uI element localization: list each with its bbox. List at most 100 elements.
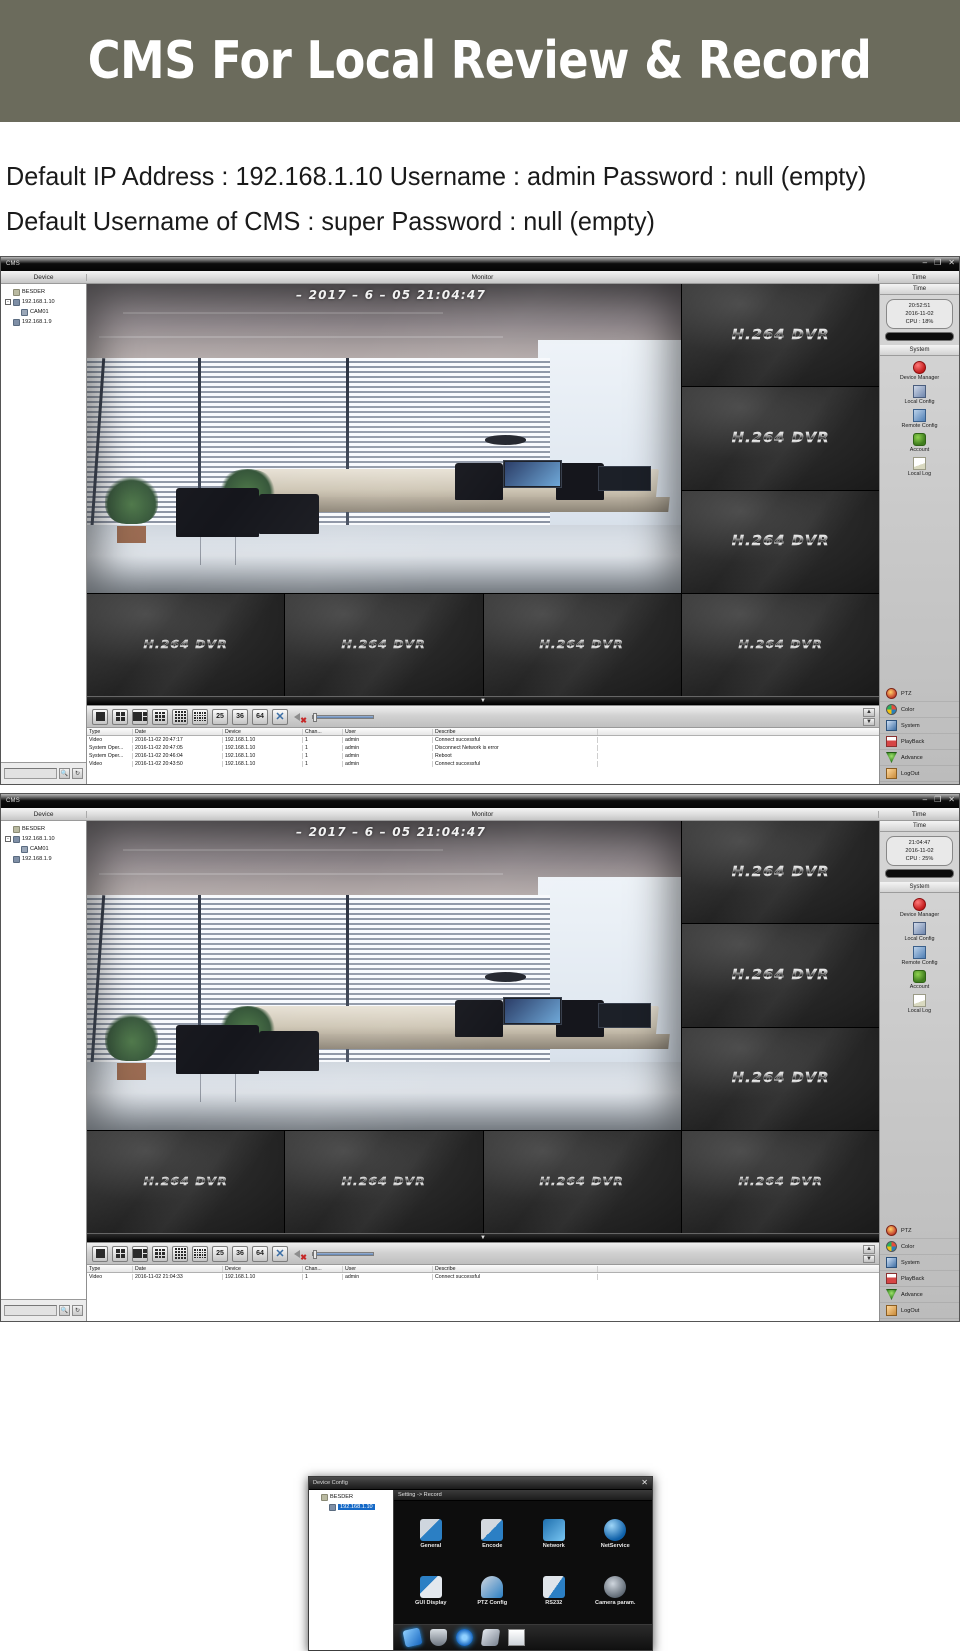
scroll-up-button[interactable]: ▲ [863,1245,875,1254]
sidebar-item-ptz[interactable]: PTZ [880,686,959,702]
sidebar-item-remote-config[interactable]: Remote Config [880,407,959,431]
refresh-icon[interactable]: ↻ [72,768,83,779]
split-16-button[interactable] [172,708,188,725]
fullscreen-button[interactable]: ✕ [272,708,288,725]
toolbar-scroll[interactable]: ▲ ▼ [863,708,875,726]
sidebar-item-logout[interactable]: LogOut [880,766,959,782]
sidebar-item-local-config[interactable]: Local Config [880,920,959,944]
tree-item-192-168-1-9[interactable]: 192.168.1.9 [3,317,84,327]
tree-item-192-168-1-10[interactable]: - 192.168.1.10 [3,834,84,844]
video-cell-live[interactable]: – 2017 – 6 – 05 21:04:47 [87,284,681,593]
config-item-network[interactable]: Network [523,1505,585,1563]
fullscreen-button[interactable]: ✕ [272,1245,288,1262]
video-cell-4[interactable]: H.264 DVR [681,490,879,593]
sidebar-item-advance[interactable]: Advance [880,1287,959,1303]
tree-item-cam01[interactable]: CAM01 [3,844,84,854]
sidebar-item-local-log[interactable]: Local Log [880,992,959,1016]
device-tree[interactable]: BESDER - 192.168.1.10 CAM01 192.168.1.9 [1,284,86,762]
refresh-icon[interactable]: ↻ [72,1305,83,1316]
table-row[interactable]: Video 2016-11-02 20:43:50 192.168.1.10 1… [87,760,879,768]
config-item-rs232[interactable]: RS232 [523,1563,585,1621]
magnifier-icon[interactable]: 🔍 [59,1305,70,1316]
sidebar-item-ptz[interactable]: PTZ [880,1223,959,1239]
close-icon[interactable]: ✕ [948,259,955,267]
split-64-button[interactable]: 64 [252,1245,268,1262]
video-cell-5[interactable]: H.264 DVR [87,593,285,696]
dialog-device-tree[interactable]: BESDER 192.168.1.10 [309,1490,394,1650]
split-4-button[interactable] [112,708,128,725]
video-cell-6[interactable]: H.264 DVR [285,593,483,696]
collapse-strip[interactable]: ▼ [87,696,879,705]
video-cell-8[interactable]: H.264 DVR [681,1130,879,1233]
sidebar-item-local-log[interactable]: Local Log [880,455,959,479]
split-25-button[interactable]: 25 [212,708,228,725]
maximize-icon[interactable]: ❐ [934,796,941,804]
toolbar-scroll[interactable]: ▲ ▼ [863,1245,875,1263]
device-search-input[interactable] [4,1305,57,1316]
sidebar-item-device-manager[interactable]: Device Manager [880,896,959,920]
video-cell-5[interactable]: H.264 DVR [87,1130,285,1233]
video-cell-3[interactable]: H.264 DVR [681,387,879,490]
split-6-button[interactable] [132,1245,148,1262]
tree-item-besder[interactable]: BESDER [3,287,84,297]
record-tab-icon[interactable] [402,1627,423,1648]
close-icon[interactable]: ✕ [948,796,955,804]
split-20-button[interactable] [192,1245,208,1262]
split-1-button[interactable] [92,1245,108,1262]
table-row[interactable]: System Oper... 2016-11-02 20:47:05 192.1… [87,744,879,752]
split-6-button[interactable] [132,708,148,725]
sidebar-item-logout[interactable]: LogOut [880,1303,959,1319]
magnifier-icon[interactable]: 🔍 [59,768,70,779]
config-item-ptz-config[interactable]: PTZ Config [462,1563,524,1621]
table-row[interactable]: Video 2016-11-02 20:47:17 192.168.1.10 1… [87,736,879,744]
sidebar-item-system[interactable]: System [880,1255,959,1271]
window-controls[interactable]: – ❐ ✕ [923,259,955,267]
sidebar-item-playback[interactable]: PlayBack [880,1271,959,1287]
dialog-tree-item-192-168-1-10[interactable]: 192.168.1.10 [311,1502,391,1512]
config-item-gui-display[interactable]: GUI Display [400,1563,462,1621]
speaker-muted-icon[interactable]: ✖ [292,709,308,725]
device-tree[interactable]: BESDER - 192.168.1.10 CAM01 192.168.1.9 [1,821,86,1299]
collapse-strip[interactable]: ▼ [87,1233,879,1242]
sidebar-item-device-manager[interactable]: Device Manager [880,359,959,383]
close-icon[interactable]: ✕ [641,1479,648,1487]
minimize-icon[interactable]: – [923,259,927,267]
sidebar-item-account[interactable]: Account [880,431,959,455]
dialog-tree-item-besder[interactable]: BESDER [311,1492,391,1502]
sidebar-item-account[interactable]: Account [880,968,959,992]
volume-slider[interactable] [312,712,374,722]
volume-slider[interactable] [312,1249,374,1259]
video-cell-live[interactable]: – 2017 – 6 – 05 21:04:47 [87,821,681,1130]
scroll-down-button[interactable]: ▼ [863,717,875,726]
config-item-encode[interactable]: Encode [462,1505,524,1563]
sidebar-item-local-config[interactable]: Local Config [880,383,959,407]
table-row[interactable]: System Oper... 2016-11-02 20:46:04 192.1… [87,752,879,760]
window-controls[interactable]: – ❐ ✕ [923,796,955,804]
advanced-tools-icon[interactable] [480,1629,501,1646]
maximize-icon[interactable]: ❐ [934,259,941,267]
volume-knob[interactable] [313,712,317,722]
split-64-button[interactable]: 64 [252,708,268,725]
video-cell-7[interactable]: H.264 DVR [483,593,681,696]
minimize-icon[interactable]: – [923,796,927,804]
alarm-shield-icon[interactable] [430,1629,447,1646]
sidebar-item-remote-config[interactable]: Remote Config [880,944,959,968]
split-4-button[interactable] [112,1245,128,1262]
split-36-button[interactable]: 36 [232,708,248,725]
split-16-button[interactable] [172,1245,188,1262]
device-search-input[interactable] [4,768,57,779]
sidebar-item-color[interactable]: Color [880,1239,959,1255]
expander-icon[interactable]: - [5,836,11,842]
chevron-down-icon[interactable]: ▼ [480,1235,486,1241]
tree-item-besder[interactable]: BESDER [3,824,84,834]
split-36-button[interactable]: 36 [232,1245,248,1262]
scroll-down-button[interactable]: ▼ [863,1254,875,1263]
expander-icon[interactable]: - [5,299,11,305]
video-cell-2[interactable]: H.264 DVR [681,284,879,387]
settings-gear-icon[interactable] [456,1629,473,1646]
video-cell-6[interactable]: H.264 DVR [285,1130,483,1233]
video-cell-3[interactable]: H.264 DVR [681,924,879,1027]
split-9-button[interactable] [152,708,168,725]
config-item-general[interactable]: General [400,1505,462,1563]
device-config-dialog[interactable]: Device Config ✕ BESDER 192.168.1.10 Sett… [308,1476,653,1651]
